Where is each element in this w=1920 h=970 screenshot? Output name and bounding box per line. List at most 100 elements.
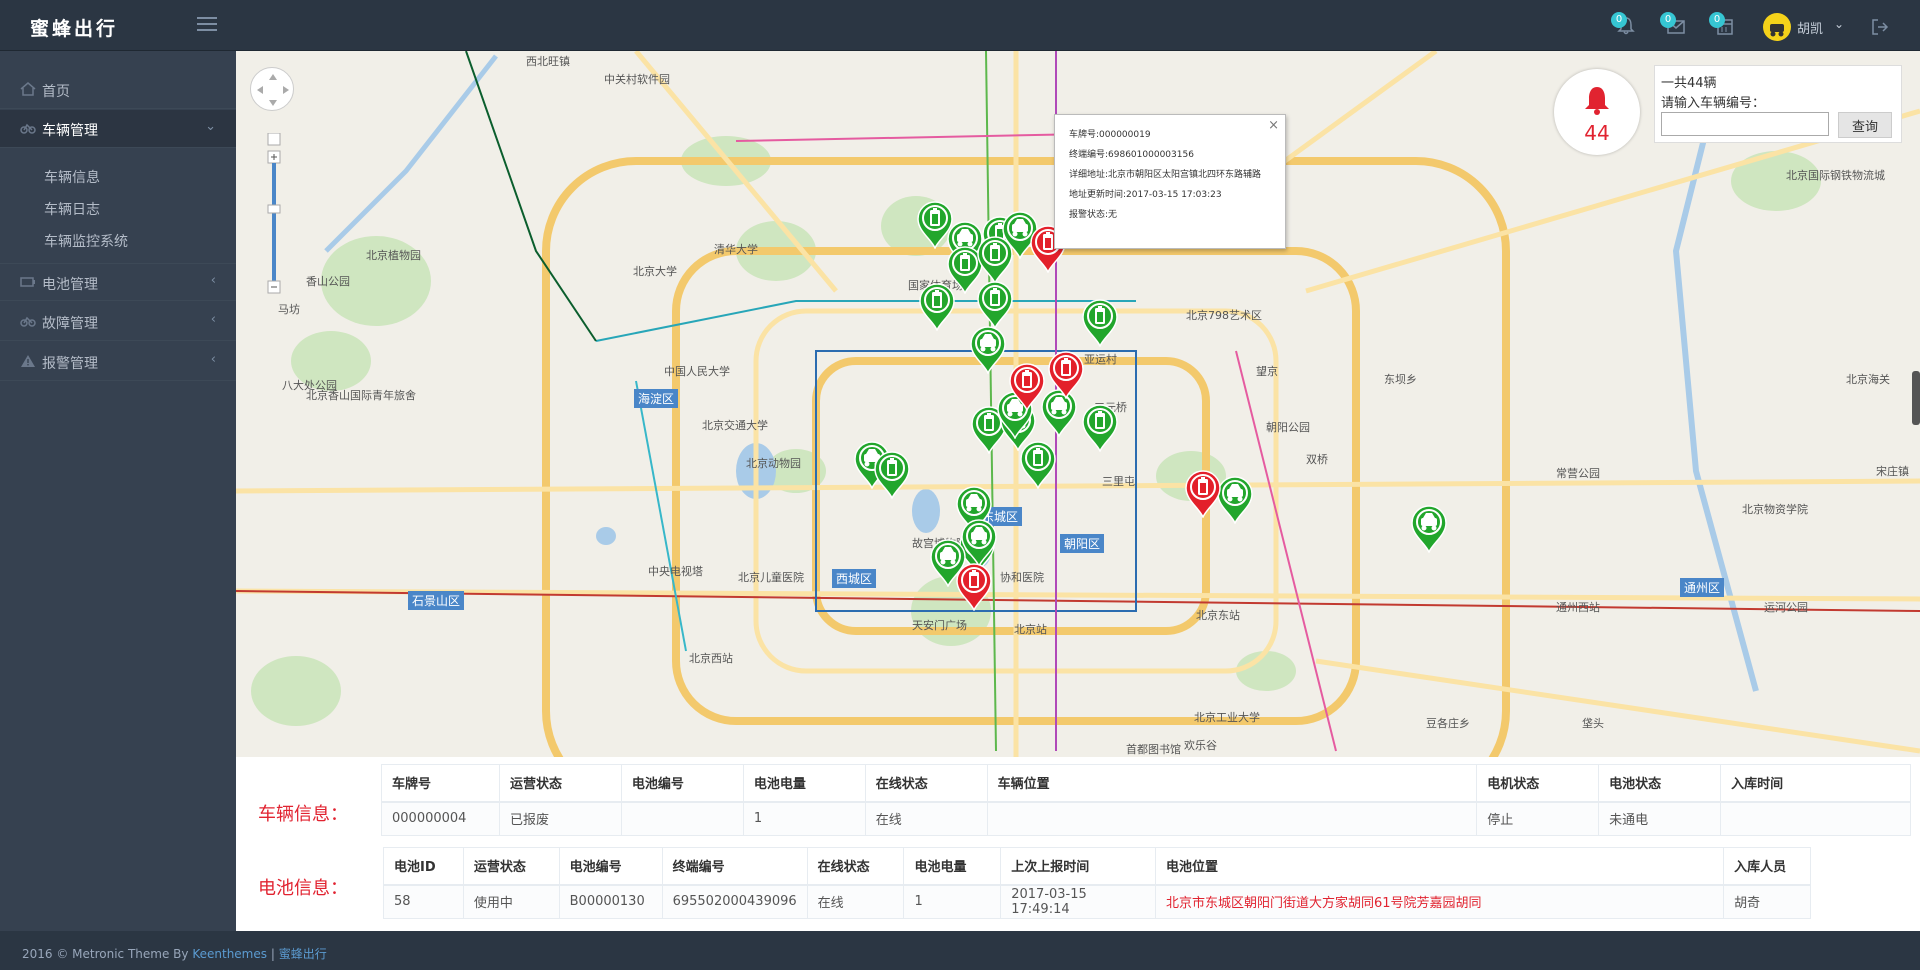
- map-pan-control[interactable]: [250, 67, 294, 111]
- logout-icon[interactable]: [1870, 17, 1890, 37]
- battery-location-cell: 北京市东城区朝阳门街道大方家胡同61号院芳嘉园胡同: [1154, 884, 1725, 919]
- app-link[interactable]: 蜜蜂出行: [279, 947, 327, 961]
- detail-panel: 车辆信息： 车牌号 运营状态 电池编号 电池电量 在线状态 车辆位置 电机状态 …: [236, 757, 1920, 931]
- column-header: 在线状态: [864, 764, 988, 803]
- table-cell: 停止: [1476, 801, 1600, 836]
- chevron-left-icon: ‹: [210, 312, 216, 327]
- vehicle-marker-normal[interactable]: [1081, 299, 1119, 348]
- vehicle-marker-alarm[interactable]: [955, 563, 993, 612]
- table-cell: 1: [903, 884, 1002, 919]
- place-label: 北京海关: [1846, 373, 1890, 386]
- search-label: 请输入车辆编号：: [1661, 96, 1766, 111]
- place-label: 宋庄镇: [1876, 465, 1909, 478]
- sidebar-item-fault-management[interactable]: 故障管理 ‹: [0, 303, 236, 341]
- column-header: 入库时间: [1720, 764, 1911, 803]
- popup-terminal: 终端编号:698601000003156: [1069, 150, 1194, 160]
- sidebar: 首页 车辆管理 ⌄ 车辆信息 车辆日志 车辆监控系统 电池管理 ‹ 故障管理 ‹…: [0, 51, 236, 931]
- place-label: 首都图书馆: [1126, 743, 1181, 756]
- close-icon[interactable]: ×: [1268, 116, 1279, 136]
- place-label: 北京儿童医院: [738, 571, 804, 584]
- column-header: 在线状态: [806, 847, 905, 886]
- footer: 2016 © Metronic Theme By Keenthemes | 蜜蜂…: [0, 931, 1920, 970]
- vehicle-number-input[interactable]: [1661, 112, 1829, 136]
- column-header: 上次上报时间: [1000, 847, 1156, 886]
- vehicle-search-panel: 一共44辆 请输入车辆编号： 查询: [1654, 65, 1902, 143]
- vehicle-marker-alarm[interactable]: [1008, 363, 1046, 412]
- vehicle-marker-normal[interactable]: [873, 451, 911, 500]
- chevron-down-icon[interactable]: ⌄: [1834, 17, 1844, 31]
- popup-address: 详细地址:北京市朝阳区太阳宫镇北四环东路辅路: [1069, 170, 1262, 180]
- place-label: 天安门广场: [912, 619, 967, 632]
- place-label: 西北旺镇: [526, 55, 570, 68]
- place-label: 中关村软件园: [604, 73, 670, 86]
- column-header: 运营状态: [462, 847, 560, 886]
- place-label: 北京植物园: [366, 249, 421, 262]
- vehicle-marker-normal[interactable]: [1081, 404, 1119, 453]
- table-cell: 胡奇: [1723, 884, 1811, 919]
- popup-plate: 车牌号:000000019: [1069, 130, 1151, 140]
- map-view[interactable]: 海淀区 东城区 西城区 朝阳区 石景山区 通州区 西北旺镇 中关村软件园 北京大…: [236, 51, 1920, 757]
- map-zoom-control[interactable]: [266, 133, 282, 313]
- column-header: 运营状态: [498, 764, 622, 803]
- place-label: 朝阳公园: [1266, 421, 1310, 434]
- table-cell: B00000130: [558, 884, 663, 919]
- sidebar-item-label: 电池管理: [42, 277, 98, 293]
- sidebar-subitem-vehicle-info[interactable]: 车辆信息: [44, 167, 100, 187]
- place-label: 清华大学: [714, 243, 758, 256]
- place-label: 北京大学: [633, 265, 677, 278]
- place-label: 北京东站: [1196, 609, 1240, 622]
- chevron-down-icon: ⌄: [205, 119, 216, 134]
- place-label: 协和医院: [1000, 571, 1044, 584]
- vehicle-marker-normal[interactable]: [918, 283, 956, 332]
- vehicle-marker-normal[interactable]: [1019, 441, 1057, 490]
- table-header-row: 电池ID 运营状态 电池编号 终端编号 在线状态 电池电量 上次上报时间 电池位…: [383, 847, 1811, 886]
- sidebar-subitem-vehicle-log[interactable]: 车辆日志: [44, 199, 100, 219]
- vehicle-marker-alarm[interactable]: [1047, 351, 1085, 400]
- table-cell: 2017-03-15 17:49:14: [1000, 884, 1156, 919]
- table-cell: 已报废: [498, 801, 622, 836]
- sidebar-item-home[interactable]: 首页: [0, 71, 236, 109]
- place-label: 欢乐谷: [1184, 739, 1217, 752]
- sidebar-item-alarm-management[interactable]: 报警管理 ‹: [0, 343, 236, 381]
- table-cell: 使用中: [462, 884, 560, 919]
- table-cell: [1720, 801, 1911, 836]
- vehicle-marker-normal[interactable]: [969, 326, 1007, 375]
- footer-separator: |: [270, 947, 275, 961]
- alarm-count: 44: [1584, 121, 1610, 145]
- vehicle-icon: [20, 123, 36, 134]
- side-scroll-handle[interactable]: [1912, 371, 1920, 425]
- battery-icon: [20, 277, 35, 287]
- table-row: 000000004 已报废 1 在线 停止 未通电: [381, 801, 1911, 836]
- vehicle-marker-normal[interactable]: [976, 281, 1014, 330]
- query-button[interactable]: 查询: [1838, 112, 1892, 138]
- vehicle-marker-normal[interactable]: [976, 236, 1014, 285]
- vehicle-marker-normal[interactable]: [1410, 505, 1448, 554]
- sidebar-item-label: 报警管理: [42, 356, 98, 372]
- chevron-left-icon: ‹: [210, 273, 216, 288]
- place-label: 常营公园: [1556, 467, 1600, 480]
- app-logo[interactable]: 蜜蜂出行: [30, 14, 118, 41]
- place-label: 八大处公园: [282, 379, 337, 392]
- menu-toggle-icon[interactable]: [197, 17, 217, 33]
- place-label: 北京国际钢铁物流城: [1786, 169, 1885, 182]
- bell-badge: 0: [1611, 12, 1627, 28]
- home-icon: [20, 82, 36, 96]
- column-header: 电机状态: [1476, 764, 1600, 803]
- vehicle-info-table: 车牌号 运营状态 电池编号 电池电量 在线状态 车辆位置 电机状态 电池状态 入…: [381, 764, 1911, 836]
- district-label: 西城区: [832, 569, 877, 588]
- user-name[interactable]: 胡凯: [1797, 18, 1823, 37]
- sidebar-item-label: 故障管理: [42, 316, 98, 332]
- popup-alarm: 报警状态:无: [1069, 210, 1118, 220]
- sidebar-subitem-vehicle-monitor[interactable]: 车辆监控系统: [44, 231, 128, 251]
- place-label: 香山公园: [306, 275, 350, 288]
- user-avatar[interactable]: [1763, 13, 1791, 41]
- sidebar-item-vehicle-management[interactable]: 车辆管理 ⌄: [0, 110, 236, 148]
- table-cell: 695502000439096: [661, 884, 808, 919]
- keenthemes-link[interactable]: Keenthemes: [192, 947, 267, 961]
- vehicle-marker-alarm[interactable]: [1184, 470, 1222, 519]
- total-vehicles: 一共44辆: [1661, 76, 1717, 91]
- sidebar-item-battery-management[interactable]: 电池管理 ‹: [0, 263, 236, 301]
- column-header: 电池编号: [620, 764, 744, 803]
- district-label: 通州区: [1680, 578, 1725, 597]
- alarm-counter[interactable]: 44: [1554, 69, 1640, 155]
